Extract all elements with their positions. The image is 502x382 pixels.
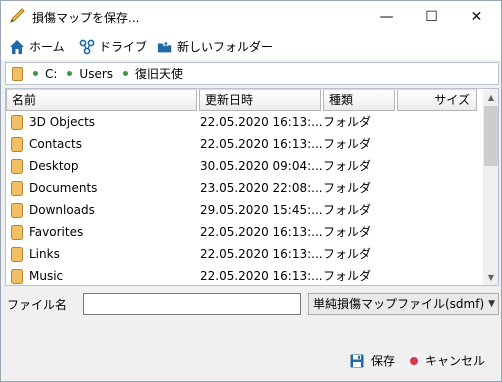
file-type: フォルダ xyxy=(323,137,372,151)
cancel-button[interactable]: キャンセル xyxy=(410,352,485,369)
folder-icon xyxy=(11,247,23,262)
breadcrumb-item-users[interactable]: Users xyxy=(67,67,113,81)
file-name: Desktop xyxy=(29,159,79,173)
close-icon: ✕ xyxy=(470,8,483,25)
file-type: フォルダ xyxy=(323,181,372,195)
column-header-name[interactable]: 名前 xyxy=(6,89,197,111)
green-dot-icon xyxy=(67,71,73,76)
file-type: フォルダ xyxy=(323,247,372,261)
column-header-type[interactable]: 種類 xyxy=(323,89,395,111)
save-label: 保存 xyxy=(371,354,396,368)
vertical-scrollbar[interactable]: ▲ ▼ xyxy=(483,89,498,285)
breadcrumb-label: Users xyxy=(79,66,114,81)
table-row[interactable]: Desktop 30.05.2020 09:04:... フォルダ xyxy=(6,155,484,177)
breadcrumb: C: Users 復旧天使 xyxy=(5,62,499,85)
file-name: Documents xyxy=(29,181,98,195)
network-drive-icon xyxy=(79,39,95,54)
home-icon xyxy=(10,39,24,54)
file-date: 22.05.2020 16:13:... xyxy=(200,269,322,283)
breadcrumb-label: C: xyxy=(45,66,58,81)
scrollbar-thumb[interactable] xyxy=(484,106,498,166)
new-folder-label: 新しいフォルダー xyxy=(177,40,274,54)
folder-icon xyxy=(11,115,23,130)
folder-icon xyxy=(11,203,23,218)
home-button[interactable]: ホーム xyxy=(9,38,65,55)
file-name: Music xyxy=(29,269,64,283)
scroll-down-icon[interactable]: ▼ xyxy=(483,269,498,285)
green-dot-icon xyxy=(33,71,38,76)
folder-icon xyxy=(11,225,23,240)
chevron-down-icon: ▼ xyxy=(488,299,495,309)
title-bar: 損傷マップを保存... — ☐ ✕ xyxy=(1,1,501,32)
file-type: フォルダ xyxy=(323,269,372,283)
file-type: フォルダ xyxy=(323,225,372,239)
file-date: 29.05.2020 15:45:... xyxy=(200,203,322,217)
file-type: フォルダ xyxy=(323,203,372,217)
table-row[interactable]: Contacts 22.05.2020 16:13:... フォルダ xyxy=(6,133,484,155)
table-row[interactable]: Links 22.05.2020 16:13:... フォルダ xyxy=(6,243,484,265)
column-header-size[interactable]: サイズ xyxy=(397,89,477,111)
file-list: 名前 更新日時 種類 サイズ 3D Objects 22.05.2020 16:… xyxy=(5,88,499,286)
scroll-up-icon[interactable]: ▲ xyxy=(483,89,498,105)
table-row[interactable]: Documents 23.05.2020 22:08:... フォルダ xyxy=(6,177,484,199)
folder-icon xyxy=(11,159,23,174)
cancel-label: キャンセル xyxy=(425,354,486,368)
minimize-icon: — xyxy=(379,8,394,25)
table-row[interactable]: Downloads 29.05.2020 15:45:... フォルダ xyxy=(6,199,484,221)
breadcrumb-item-drive[interactable]: C: xyxy=(33,67,57,81)
window-title: 損傷マップを保存... xyxy=(32,11,140,25)
file-type: フォルダ xyxy=(323,115,372,129)
file-date: 22.05.2020 16:13:... xyxy=(200,137,322,151)
column-header-date[interactable]: 更新日時 xyxy=(199,89,321,111)
file-name: Links xyxy=(29,247,60,261)
file-date: 22.05.2020 16:13:... xyxy=(200,115,322,129)
file-date: 30.05.2020 09:04:... xyxy=(200,159,322,173)
new-folder-button[interactable]: 新しいフォルダー xyxy=(157,38,273,55)
file-name: 3D Objects xyxy=(29,115,96,129)
filename-input[interactable] xyxy=(83,293,301,315)
folder-icon xyxy=(12,66,23,81)
table-row[interactable]: 3D Objects 22.05.2020 16:13:... フォルダ xyxy=(6,111,484,133)
file-type: フォルダ xyxy=(323,159,372,173)
table-row[interactable]: Favorites 22.05.2020 16:13:... フォルダ xyxy=(6,221,484,243)
pen-icon xyxy=(10,8,25,23)
breadcrumb-label: 復旧天使 xyxy=(135,67,184,81)
save-dialog: 損傷マップを保存... — ☐ ✕ ホーム ドライブ 新しいフォルダー C: U… xyxy=(0,0,502,382)
green-dot-icon xyxy=(123,71,129,76)
floppy-disk-icon xyxy=(350,354,364,367)
drive-label: ドライブ xyxy=(99,40,148,54)
minimize-button[interactable]: — xyxy=(364,1,409,32)
new-folder-icon xyxy=(157,39,172,52)
column-header-row: 名前 更新日時 種類 サイズ xyxy=(6,89,484,111)
breadcrumb-item-user[interactable]: 復旧天使 xyxy=(123,65,183,82)
folder-icon xyxy=(11,269,23,284)
filetype-select[interactable]: 単純損傷マップファイル(sdmf) ▼ xyxy=(308,293,499,315)
toolbar: ホーム ドライブ 新しいフォルダー xyxy=(1,32,501,60)
cancel-icon xyxy=(410,356,418,365)
filename-label: ファイル名 xyxy=(7,298,68,312)
file-date: 23.05.2020 22:08:... xyxy=(200,181,322,195)
dialog-footer: 保存 キャンセル xyxy=(1,341,501,381)
file-name: Downloads xyxy=(29,203,95,217)
file-name: Contacts xyxy=(29,137,82,151)
home-label: ホーム xyxy=(29,40,65,54)
file-date: 22.05.2020 16:13:... xyxy=(200,247,322,261)
folder-icon xyxy=(11,181,23,196)
drive-button[interactable]: ドライブ xyxy=(79,38,147,55)
maximize-icon: ☐ xyxy=(425,8,438,25)
file-name: Favorites xyxy=(29,225,84,239)
maximize-button[interactable]: ☐ xyxy=(409,1,454,32)
folder-icon xyxy=(11,137,23,152)
close-button[interactable]: ✕ xyxy=(454,1,499,32)
save-button[interactable]: 保存 xyxy=(350,352,395,369)
table-row[interactable]: Music 22.05.2020 16:13:... フォルダ xyxy=(6,265,484,285)
filetype-selected: 単純損傷マップファイル(sdmf) xyxy=(313,297,485,311)
file-date: 22.05.2020 16:13:... xyxy=(200,225,322,239)
